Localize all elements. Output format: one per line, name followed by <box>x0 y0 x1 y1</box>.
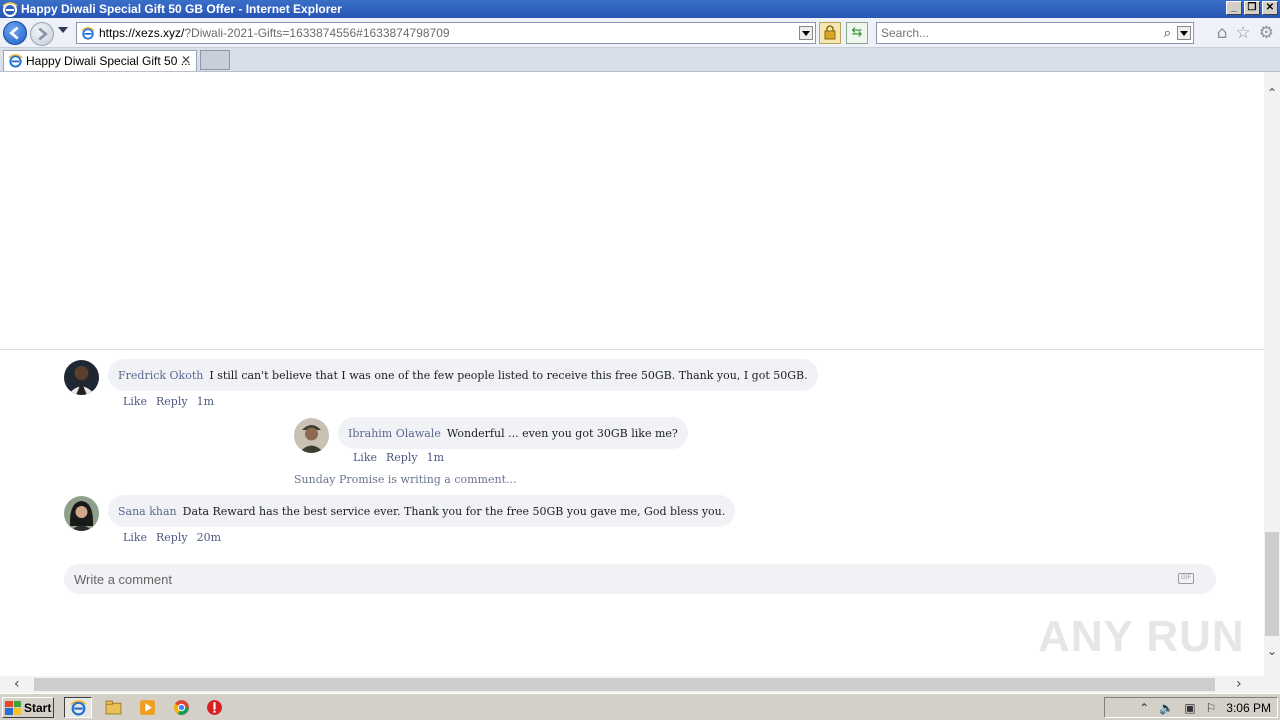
compatibility-refresh-button[interactable]: ⇆ <box>846 22 868 44</box>
security-lock-button[interactable] <box>819 22 841 44</box>
action-center-flag-icon[interactable]: ⚐ <box>1206 701 1217 715</box>
section-divider <box>0 349 1264 350</box>
tab-bar: Happy Diwali Special Gift 50 ... ✕ <box>0 48 1280 72</box>
network-icon[interactable]: ▣ <box>1184 701 1195 715</box>
window-title: Happy Diwali Special Gift 50 GB Offer - … <box>21 2 342 16</box>
scroll-left-icon[interactable]: ‹ <box>14 676 20 692</box>
tab-active[interactable]: Happy Diwali Special Gift 50 ... ✕ <box>3 50 197 71</box>
address-dropdown-button[interactable] <box>799 26 813 40</box>
search-icon[interactable]: ⌕ <box>1164 26 1171 41</box>
reply-link[interactable]: Reply <box>386 451 418 464</box>
start-label: Start <box>24 700 52 715</box>
comment-text: I still can't believe that I was one of … <box>209 368 808 382</box>
search-input[interactable] <box>877 23 1147 43</box>
tray-expand-icon[interactable]: ⌃ <box>1139 701 1149 715</box>
folder-icon <box>105 700 121 715</box>
comment-timestamp[interactable]: 1m <box>197 395 214 408</box>
ie-taskbar-icon <box>70 700 86 716</box>
comment-text: Data Reward has the best service ever. T… <box>182 504 726 518</box>
comment-bubble: Ibrahim Olawale Wonderful ... even you g… <box>338 417 688 449</box>
taskbar-chrome-button[interactable] <box>167 697 195 718</box>
comment-actions: Like Reply 20m <box>123 531 221 544</box>
back-button[interactable] <box>3 21 27 45</box>
page-content: Fredrick Okoth I still can't believe tha… <box>0 72 1264 676</box>
url-path: ?Diwali-2021-Gifts=1633874556#1633874798… <box>184 26 450 40</box>
horizontal-scrollbar[interactable]: ‹ › <box>0 676 1264 693</box>
vertical-scrollbar[interactable]: ⌃ ⌄ <box>1264 72 1280 676</box>
search-dropdown-button[interactable] <box>1177 26 1191 40</box>
address-bar[interactable]: https://xezs.xyz/?Diwali-2021-Gifts=1633… <box>76 22 816 44</box>
avatar[interactable] <box>294 418 329 453</box>
avatar[interactable] <box>64 496 99 531</box>
minimize-button[interactable]: _ <box>1226 1 1242 15</box>
media-player-icon <box>139 700 155 715</box>
taskbar-alert-button[interactable] <box>200 697 228 718</box>
like-link[interactable]: Like <box>123 531 147 544</box>
reply-link[interactable]: Reply <box>156 531 188 544</box>
typing-indicator: Sunday Promise is writing a comment... <box>294 473 517 486</box>
window-title-bar: Happy Diwali Special Gift 50 GB Offer - … <box>0 0 1280 18</box>
ie-logo-icon <box>2 2 18 17</box>
comment-author[interactable]: Ibrahim Olawale <box>348 427 441 440</box>
gif-icon[interactable]: GIF <box>1178 573 1194 584</box>
write-comment-input[interactable]: Write a comment GIF <box>64 564 1216 594</box>
favorites-star-icon[interactable]: ☆ <box>1236 23 1251 43</box>
url-host: https://xezs.xyz/ <box>99 26 185 40</box>
reply-link[interactable]: Reply <box>156 395 188 408</box>
restore-button[interactable]: ❐ <box>1244 1 1260 15</box>
scrollbar-corner <box>1264 676 1280 693</box>
write-comment-placeholder: Write a comment <box>74 571 173 587</box>
chrome-icon <box>173 700 189 715</box>
comment-bubble: Sana khan Data Reward has the best servi… <box>108 495 736 527</box>
comment-text: Wonderful ... even you got 30GB like me? <box>446 426 678 440</box>
navigation-bar: https://xezs.xyz/?Diwali-2021-Gifts=1633… <box>0 18 1280 48</box>
start-button[interactable]: Start <box>2 697 54 718</box>
forward-arrow-icon <box>38 27 48 41</box>
forward-button[interactable] <box>30 22 54 46</box>
volume-icon[interactable]: 🔈 <box>1159 701 1174 715</box>
taskbar-media-button[interactable] <box>133 697 161 718</box>
new-tab-button[interactable] <box>200 50 230 70</box>
toolbar-icons: ⌂ ☆ ⚙ <box>1217 23 1274 43</box>
tab-ie-icon <box>8 54 23 68</box>
back-arrow-icon <box>9 26 19 40</box>
taskbar-ie-button[interactable] <box>64 697 92 718</box>
gear-icon[interactable]: ⚙ <box>1259 23 1274 43</box>
comment-timestamp[interactable]: 1m <box>427 451 444 464</box>
tab-label: Happy Diwali Special Gift 50 ... <box>26 54 191 68</box>
avatar-photo-sana <box>64 496 99 531</box>
comment-actions: Like Reply 1m <box>123 395 214 408</box>
like-link[interactable]: Like <box>123 395 147 408</box>
page-ie-icon <box>81 27 95 40</box>
close-window-button[interactable]: ✕ <box>1262 1 1278 15</box>
comment-actions: Like Reply 1m <box>353 451 444 464</box>
window-controls: _ ❐ ✕ <box>1226 1 1278 15</box>
scroll-up-icon[interactable]: ⌃ <box>1267 86 1277 100</box>
comment-timestamp[interactable]: 20m <box>197 531 221 544</box>
clock[interactable]: 3:06 PM <box>1226 701 1271 715</box>
comment-author[interactable]: Sana khan <box>118 505 177 518</box>
avatar-photo-ibrahim <box>294 418 329 453</box>
like-link[interactable]: Like <box>353 451 377 464</box>
vertical-scroll-thumb[interactable] <box>1265 532 1279 636</box>
avatar[interactable] <box>64 360 99 395</box>
tab-close-icon[interactable]: ✕ <box>181 53 191 67</box>
stop-alert-icon <box>206 700 222 715</box>
comment-bubble: Fredrick Okoth I still can't believe tha… <box>108 359 818 391</box>
windows-logo-icon <box>5 700 21 715</box>
home-icon[interactable]: ⌂ <box>1217 23 1228 43</box>
refresh-icon: ⇆ <box>851 25 863 40</box>
lock-icon <box>824 25 836 40</box>
scroll-down-icon[interactable]: ⌄ <box>1267 644 1277 658</box>
taskbar-explorer-button[interactable] <box>99 697 127 718</box>
anyrun-watermark: ANY RUN <box>1038 612 1245 661</box>
avatar-photo-fredrick <box>64 360 99 395</box>
scroll-right-icon[interactable]: › <box>1236 676 1242 692</box>
system-tray: ⌃ 🔈 ▣ ⚐ 3:06 PM <box>1104 697 1278 718</box>
comment-author[interactable]: Fredrick Okoth <box>118 369 203 382</box>
taskbar: Start ⌃ 🔈 ▣ ⚐ 3:06 PM <box>0 693 1280 720</box>
horizontal-scroll-thumb[interactable] <box>34 678 1215 691</box>
recent-pages-dropdown[interactable] <box>58 27 68 33</box>
search-box[interactable]: ⌕ <box>876 22 1194 44</box>
